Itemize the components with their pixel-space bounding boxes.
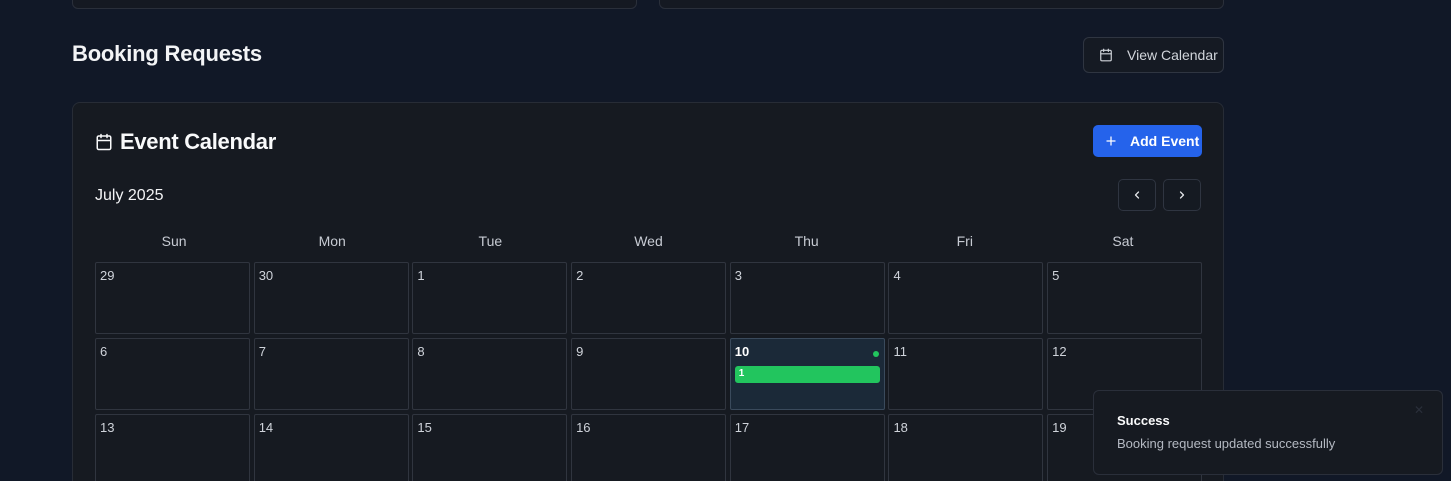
- summary-card-left: [72, 0, 637, 9]
- day-number: 9: [576, 344, 584, 359]
- calendar-day[interactable]: 13: [95, 414, 250, 481]
- day-number: 10: [734, 344, 750, 359]
- day-number: 7: [258, 344, 266, 359]
- toast-title: Success: [1117, 413, 1170, 428]
- summary-card-right: [659, 0, 1224, 9]
- weekday-label: Tue: [478, 233, 503, 249]
- weekday-label: Mon: [318, 233, 346, 249]
- weekday-label: Sat: [1112, 233, 1134, 249]
- day-number: 1: [417, 268, 425, 283]
- calendar-day[interactable]: 5: [1047, 262, 1203, 334]
- event-chip[interactable]: 1: [734, 366, 880, 383]
- day-number: 6: [100, 344, 108, 359]
- day-number: 8: [417, 344, 425, 359]
- calendar-day[interactable]: 8: [412, 338, 568, 410]
- next-month-button[interactable]: [1163, 179, 1201, 211]
- calendar-day[interactable]: 14: [253, 414, 409, 481]
- add-event-button[interactable]: Add Event: [1093, 125, 1202, 157]
- day-number: 16: [576, 420, 591, 435]
- day-number: 12: [1052, 344, 1067, 359]
- view-calendar-label: View Calendar: [1127, 47, 1218, 63]
- weekday-label: Thu: [794, 233, 819, 249]
- weekday-header-row: Sun Mon Tue Wed Thu Fri Sat: [95, 233, 1202, 249]
- calendar-day[interactable]: 29: [95, 262, 250, 334]
- day-number: 29: [100, 268, 115, 283]
- close-icon[interactable]: ✕: [1414, 403, 1424, 417]
- day-number: 18: [893, 420, 908, 435]
- weekday-label: Sun: [161, 233, 187, 249]
- weekday-label: Wed: [634, 233, 663, 249]
- section-title: Booking Requests: [72, 41, 262, 66]
- calendar-day[interactable]: 7: [253, 338, 409, 410]
- day-number: 5: [1052, 268, 1060, 283]
- chevron-left-icon: [1131, 189, 1143, 201]
- calendar-day[interactable]: 4: [888, 262, 1044, 334]
- calendar-day[interactable]: 11: [888, 338, 1044, 410]
- day-number: 30: [258, 268, 274, 283]
- calendar-day[interactable]: 16: [571, 414, 727, 481]
- day-number: 14: [258, 420, 274, 435]
- month-label: July 2025: [95, 187, 164, 204]
- day-number: 4: [893, 268, 901, 283]
- day-number: 3: [734, 268, 742, 283]
- view-calendar-button[interactable]: View Calendar: [1083, 37, 1224, 73]
- calendar-title: Event Calendar: [120, 129, 276, 154]
- chevron-right-icon: [1176, 189, 1188, 201]
- toast-description: Booking request updated successfully: [1117, 436, 1336, 451]
- add-event-label: Add Event: [1130, 133, 1200, 149]
- calendar-day[interactable]: 1: [412, 262, 568, 334]
- calendar-grid: 29 30 1 2 3 4 5 6 7 8 9 10 1 11 12 13 14…: [95, 262, 1203, 481]
- calendar-day[interactable]: 9: [571, 338, 727, 410]
- calendar-icon: [1099, 48, 1113, 62]
- calendar-day[interactable]: 2: [571, 262, 727, 334]
- calendar-day[interactable]: 15: [412, 414, 568, 481]
- page: Booking Requests View Calendar Event Cal…: [0, 0, 1451, 481]
- calendar-icon: [95, 133, 113, 151]
- calendar-day[interactable]: 18: [888, 414, 1044, 481]
- calendar-day[interactable]: 3: [729, 262, 885, 334]
- event-indicator-dot: [872, 351, 879, 357]
- day-number: 13: [100, 420, 115, 435]
- previous-month-button[interactable]: [1118, 179, 1156, 211]
- calendar-day[interactable]: 30: [253, 262, 409, 334]
- day-number: 17: [734, 420, 750, 435]
- calendar-header: Event Calendar: [95, 129, 276, 155]
- day-number: 15: [417, 420, 432, 435]
- day-number: 2: [576, 268, 584, 283]
- calendar-day-today[interactable]: 10 1: [729, 338, 885, 410]
- success-toast: ✕ Success Booking request updated succes…: [1093, 390, 1443, 475]
- calendar-day[interactable]: 6: [95, 338, 250, 410]
- day-number: 11: [893, 344, 907, 359]
- day-number: 19: [1052, 420, 1067, 435]
- plus-icon: [1105, 135, 1117, 147]
- event-calendar-card: Event Calendar Add Event July 2025 Sun M…: [72, 102, 1224, 481]
- weekday-label: Fri: [956, 233, 973, 249]
- calendar-day[interactable]: 17: [729, 414, 885, 481]
